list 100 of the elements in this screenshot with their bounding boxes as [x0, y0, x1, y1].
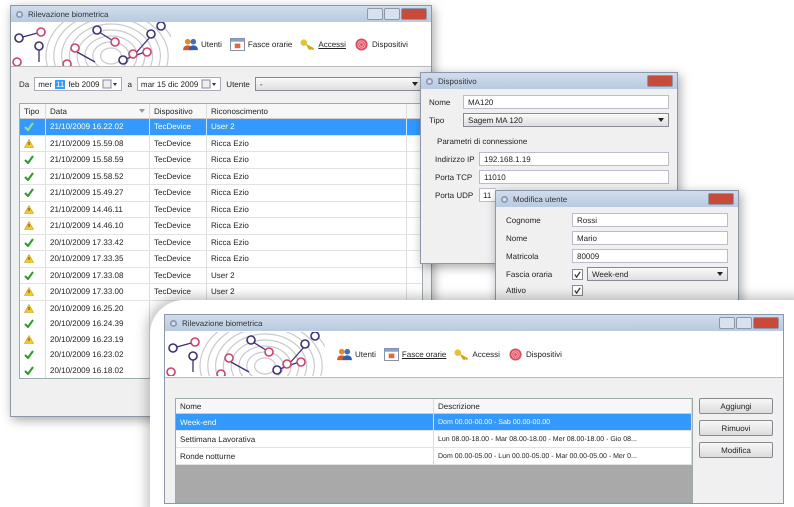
check-icon	[24, 319, 34, 328]
toolbar-tab[interactable]: Fasce orarie	[230, 38, 292, 50]
fingerprint-icon	[354, 38, 369, 50]
close-button[interactable]	[647, 75, 673, 87]
table-cell: Week-end	[176, 414, 434, 430]
table-row[interactable]: 21/10/2009 15.58.59 TecDevice Ricca Ezio	[20, 152, 422, 168]
warning-icon	[24, 221, 34, 230]
date-field[interactable]: mar 15 dic 2009	[136, 77, 222, 91]
table-cell: Ricca Ezio	[211, 238, 249, 247]
checkbox[interactable]	[572, 285, 583, 296]
user-dropdown[interactable]: -	[254, 77, 423, 91]
close-button[interactable]	[753, 317, 779, 329]
maximize-button[interactable]	[736, 317, 752, 329]
toolbar-tab[interactable]: Dispositivi	[354, 38, 408, 50]
table-cell: 21/10/2009 15.59.08	[46, 136, 150, 151]
table-cell: 21/10/2009 16.22.02	[46, 119, 150, 134]
app-icon	[169, 318, 178, 328]
app-icon	[15, 10, 24, 18]
table-cell: Ronde notturne	[176, 448, 434, 464]
close-button[interactable]	[401, 8, 427, 20]
field-label: Matricola	[506, 252, 540, 260]
section-label: Parametri di connessione	[436, 136, 528, 148]
key-icon	[454, 348, 470, 360]
table-cell: 21/10/2009 15.49.27	[46, 185, 150, 200]
minimize-button[interactable]	[367, 8, 383, 20]
warning-icon	[24, 334, 34, 344]
close-button[interactable]	[708, 193, 734, 205]
field-label: Nome	[506, 234, 528, 242]
toolbar-tab[interactable]: Fasce orarie	[384, 348, 446, 360]
check-icon	[24, 238, 34, 247]
warning-icon	[24, 287, 34, 296]
window-title: Rilevazione biometrica	[182, 318, 264, 328]
input-field[interactable]: 80009	[572, 249, 728, 263]
input-field[interactable]: 11010	[479, 170, 669, 184]
table-cell: TecDevice	[154, 204, 191, 214]
table-cell: Ricca Ezio	[211, 221, 249, 230]
field-label: Nome	[429, 98, 452, 106]
table-cell: 20/10/2009 17.33.00	[46, 284, 150, 300]
dropdown-arrow-icon	[717, 272, 723, 276]
minimize-button[interactable]	[719, 317, 735, 329]
table-cell: TecDevice	[154, 221, 191, 230]
table-cell: TecDevice	[154, 188, 191, 198]
app-icon	[500, 194, 509, 204]
table-row[interactable]: 21/10/2009 15.49.27 TecDevice Ricca Ezio	[20, 185, 422, 202]
table-row[interactable]: 20/10/2009 16.24.39	[20, 316, 150, 332]
table-cell: Ricca Ezio	[211, 204, 249, 214]
table-row[interactable]: 21/10/2009 15.59.08 TecDevice Ricca Ezio	[20, 136, 422, 152]
app-icon	[425, 76, 434, 86]
calendar-dropdown-icon[interactable]	[201, 79, 218, 89]
input-field[interactable]: MA120	[463, 95, 669, 109]
date-field[interactable]: mer 11 feb 2009	[34, 77, 122, 91]
input-field[interactable]: Mario	[572, 231, 728, 245]
input-field[interactable]: 192.168.1.19	[479, 152, 669, 166]
schedule-dropdown[interactable]: Week-end	[587, 267, 728, 281]
column-header[interactable]: Riconoscimento	[207, 104, 407, 118]
users-icon	[183, 38, 198, 50]
key-icon	[300, 38, 316, 50]
toolbar-tab[interactable]: Accessi	[454, 348, 500, 360]
table-cell: User 2	[211, 287, 235, 296]
toolbar-tab[interactable]: Utenti	[337, 348, 376, 360]
action-button[interactable]: Aggiungi	[699, 398, 773, 414]
table-row[interactable]: 20/10/2009 17.33.08 TecDevice User 2	[20, 268, 422, 284]
toolbar-tab[interactable]: Dispositivi	[508, 348, 562, 360]
table-cell: Ricca Ezio	[211, 138, 249, 148]
table-row[interactable]: 21/10/2009 14.46.11 TecDevice Ricca Ezio	[20, 202, 422, 218]
calendar-dropdown-icon[interactable]	[102, 79, 118, 89]
warning-icon	[24, 204, 34, 214]
table-row[interactable]: 20/10/2009 17.33.35 TecDevice Ricca Ezio	[20, 251, 422, 268]
toolbar-tab[interactable]: Accessi	[300, 38, 346, 50]
column-header[interactable]: Descrizione	[434, 399, 692, 413]
action-button[interactable]: Rimuovi	[699, 420, 773, 436]
users-icon	[337, 348, 352, 360]
table-cell: Settimana Lavorativa	[176, 431, 434, 447]
toolbar-tab[interactable]: Utenti	[183, 38, 222, 50]
table-cell: 21/10/2009 15.58.59	[46, 152, 150, 168]
table-cell: 21/10/2009 14.46.10	[46, 218, 150, 234]
sort-arrow-icon	[139, 109, 145, 113]
checkbox[interactable]	[572, 268, 583, 280]
column-header[interactable]: Nome	[176, 399, 434, 413]
table-cell: Ricca Ezio	[211, 155, 249, 164]
table-cell: 21/10/2009 14.46.11	[46, 202, 150, 217]
column-header[interactable]: Data	[46, 104, 150, 118]
user-label: Utente	[226, 80, 250, 88]
table-row[interactable]: 21/10/2009 14.46.10 TecDevice Ricca Ezio	[20, 218, 422, 234]
field-label: Fascia oraria	[506, 270, 554, 278]
table-cell: 20/10/2009 16.25.20	[46, 300, 150, 316]
type-dropdown[interactable]: Sagem MA 120	[463, 113, 669, 127]
window-title: Modifica utente	[513, 194, 568, 204]
table-row[interactable]: 20/10/2009 16.25.20	[20, 300, 150, 316]
action-button[interactable]: Modifica	[699, 442, 773, 458]
table-cell: Ricca Ezio	[211, 254, 249, 264]
column-header[interactable]: Tipo	[20, 104, 46, 118]
column-header[interactable]: Dispositivo	[150, 104, 207, 118]
input-field[interactable]: 11	[479, 188, 496, 202]
field-label: Porta UDP	[435, 190, 474, 200]
input-field[interactable]: Rossi	[572, 213, 728, 227]
table-row[interactable]: 21/10/2009 15.58.52 TecDevice Ricca Ezio	[20, 168, 422, 185]
table-row[interactable]: 20/10/2009 17.33.42 TecDevice Ricca Ezio	[20, 234, 422, 251]
maximize-button[interactable]	[384, 8, 400, 20]
calendar-icon	[230, 38, 245, 50]
